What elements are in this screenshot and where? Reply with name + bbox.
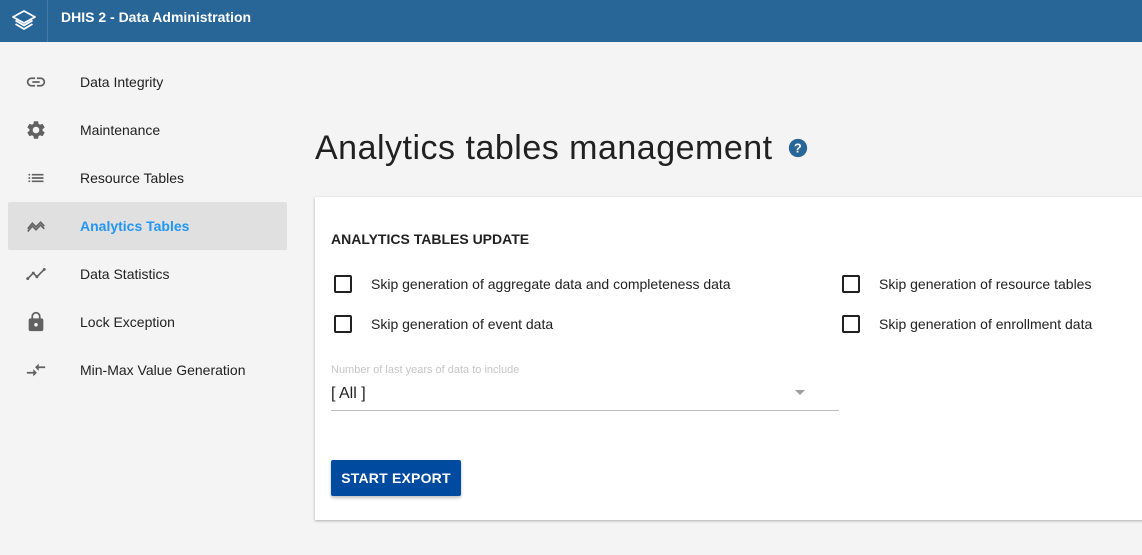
caret-down-icon[interactable] <box>795 390 805 395</box>
dhis2-logo-icon[interactable] <box>0 0 48 42</box>
line-chart-icon <box>24 262 48 286</box>
checkbox-box[interactable] <box>334 315 352 333</box>
years-select-value: [ All ] <box>331 385 366 402</box>
skip-resource-tables-checkbox[interactable]: Skip generation of resource tables <box>839 275 1091 293</box>
years-select[interactable]: Number of last years of data to include … <box>331 363 839 411</box>
sidebar-item-label: Resource Tables <box>80 170 185 186</box>
sidebar-item-data-integrity[interactable]: Data Integrity <box>8 58 287 106</box>
help-icon[interactable]: ? <box>787 137 809 159</box>
app-header: DHIS 2 - Data Administration <box>0 0 1142 42</box>
sidebar-item-label: Lock Exception <box>80 314 175 330</box>
years-select-label: Number of last years of data to include <box>331 364 520 376</box>
start-export-button[interactable]: START EXPORT <box>331 460 461 496</box>
card-title: ANALYTICS TABLES UPDATE <box>331 231 530 247</box>
sidebar-item-min-max-value-generation[interactable]: Min-Max Value Generation <box>8 346 287 394</box>
link-icon <box>24 70 48 94</box>
compare-arrows-icon <box>24 358 48 382</box>
lock-icon <box>24 310 48 334</box>
trending-icon <box>24 214 48 238</box>
checkbox-box[interactable] <box>842 315 860 333</box>
sidebar: Data Integrity Maintenance Resource Tabl… <box>0 58 295 394</box>
sidebar-item-label: Analytics Tables <box>80 218 190 234</box>
checkbox-label: Skip generation of aggregate data and co… <box>371 276 731 292</box>
checkbox-label: Skip generation of resource tables <box>879 276 1092 292</box>
analytics-update-card: ANALYTICS TABLES UPDATE Skip generation … <box>315 197 1142 520</box>
sidebar-item-label: Data Statistics <box>80 266 170 282</box>
sidebar-item-data-statistics[interactable]: Data Statistics <box>8 250 287 298</box>
sidebar-item-lock-exception[interactable]: Lock Exception <box>8 298 287 346</box>
checkbox-box[interactable] <box>842 275 860 293</box>
checkbox-label: Skip generation of event data <box>371 316 554 332</box>
sidebar-item-label: Data Integrity <box>80 74 164 90</box>
page-title: Analytics tables management ? <box>315 126 809 170</box>
skip-enrollment-data-checkbox[interactable]: Skip generation of enrollment data <box>839 315 1092 333</box>
list-icon <box>24 166 48 190</box>
sidebar-item-analytics-tables[interactable]: Analytics Tables <box>8 202 287 250</box>
checkbox-label: Skip generation of enrollment data <box>879 316 1093 332</box>
sidebar-item-maintenance[interactable]: Maintenance <box>8 106 287 154</box>
sidebar-item-label: Maintenance <box>80 122 161 138</box>
gear-icon <box>24 118 48 142</box>
svg-text:?: ? <box>793 141 801 156</box>
sidebar-item-resource-tables[interactable]: Resource Tables <box>8 154 287 202</box>
sidebar-item-label: Min-Max Value Generation <box>80 362 246 378</box>
app-title: DHIS 2 - Data Administration <box>61 9 252 25</box>
skip-event-data-checkbox[interactable]: Skip generation of event data <box>331 315 553 333</box>
skip-aggregate-checkbox[interactable]: Skip generation of aggregate data and co… <box>331 275 731 293</box>
checkbox-box[interactable] <box>334 275 352 293</box>
page-title-text: Analytics tables management <box>315 129 773 167</box>
